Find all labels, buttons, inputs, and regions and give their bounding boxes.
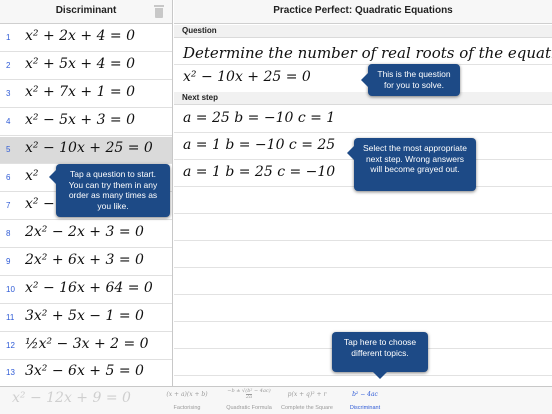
tab-label: Discriminant: [349, 405, 381, 411]
next-step-section-header: Next step: [174, 92, 552, 105]
tab-label: Factorising: [173, 405, 201, 411]
question-row: Determine the number of real roots of th…: [174, 38, 552, 65]
question-equation: 3x² − 6x + 5 = 0: [25, 363, 144, 379]
question-item-13[interactable]: 13 3x² − 6x + 5 = 0: [0, 360, 172, 386]
tab-discriminant[interactable]: b² − 4ac Discriminant: [334, 389, 396, 413]
tab-label: Complete the Square: [281, 405, 333, 411]
question-equation: 3x² + 5x − 1 = 0: [25, 308, 144, 324]
step-option-text: a = 25 b = −10 c = 1: [183, 110, 336, 126]
question-equation: ½x² − 3x + 2 = 0: [25, 336, 149, 352]
question-item-12[interactable]: 12 ½x² − 3x + 2 = 0: [0, 333, 172, 360]
tooltip-text: Select the most appropriate next step. W…: [363, 143, 467, 174]
tooltip-arrow: [373, 372, 387, 379]
question-number: 3: [6, 89, 11, 98]
question-number: 9: [6, 257, 11, 266]
topic-tab-bar: x² − 12x + 9 = 0 (x + a)(x + b) Factoris…: [0, 386, 552, 414]
question-label: Question: [182, 26, 217, 35]
empty-row: [174, 295, 552, 322]
empty-row: [174, 214, 552, 241]
tab-factorising[interactable]: (x + a)(x + b) Factorising: [156, 389, 218, 413]
question-equation: x² − 16x + 64 = 0: [25, 280, 153, 296]
question-number: 12: [6, 341, 15, 350]
question-equation: x² − 5x + 3 = 0: [25, 112, 136, 128]
complete-square-icon: p(x + q)² + r: [287, 390, 327, 398]
discriminant-icon: b² − 4ac: [352, 390, 378, 398]
question-number: 2: [6, 61, 11, 70]
tooltip-text: This is the question for you to solve.: [377, 69, 451, 90]
quadratic-formula-icon: −b ± √(b² − 4ac) 2a: [218, 389, 280, 400]
tooltip-arrow: [49, 170, 56, 184]
question-item-8[interactable]: 8 2x² − 2x + 3 = 0: [0, 221, 172, 248]
question-item-9[interactable]: 9 2x² + 6x + 3 = 0: [0, 249, 172, 276]
question-equation: x² + 5x + 4 = 0: [25, 56, 136, 72]
question-number: 1: [6, 33, 11, 42]
question-equation-main: x² − 10x + 25 = 0: [183, 69, 311, 85]
empty-row: [174, 187, 552, 214]
question-equation: x² + 2x + 4 = 0: [25, 28, 136, 44]
question-number: 4: [6, 117, 11, 126]
page-title: Practice Perfect: Quadratic Equations: [273, 5, 453, 16]
question-number: 5: [6, 145, 11, 154]
question-equation: x² − 10x + 25 = 0: [25, 140, 153, 156]
question-equation: 2x² + 6x + 3 = 0: [25, 252, 144, 268]
factorising-icon: (x + a)(x + b): [166, 390, 208, 398]
tooltip-text: Tap a question to start. You can try the…: [68, 169, 158, 211]
main-header: Practice Perfect: Quadratic Equations: [174, 0, 552, 24]
question-item-3[interactable]: 3 x² + 7x + 1 = 0: [0, 81, 172, 108]
empty-row: [174, 241, 552, 268]
step-option-text: a = 1 b = −10 c = 25: [183, 137, 336, 153]
formula-denominator: 2a: [245, 394, 253, 400]
question-section-header: Question: [174, 25, 552, 38]
question-equation: x²: [25, 168, 39, 184]
tooltip-text: Tap here to choose different topics.: [343, 337, 417, 358]
next-step-option-1[interactable]: a = 25 b = −10 c = 1: [174, 106, 552, 133]
question-text: Determine the number of real roots of th…: [183, 44, 552, 62]
sidebar-title: Discriminant: [55, 5, 117, 16]
question-equation: x² + 7x + 1 = 0: [25, 84, 136, 100]
tooltip-arrow: [347, 146, 354, 160]
tooltip-arrow: [361, 73, 368, 87]
question-number: 7: [6, 201, 11, 210]
sidebar-header: Discriminant: [0, 0, 172, 24]
question-item-2[interactable]: 2 x² + 5x + 4 = 0: [0, 53, 172, 80]
question-number: 8: [6, 229, 11, 238]
question-tooltip[interactable]: This is the question for you to solve.: [361, 64, 460, 96]
start-tooltip[interactable]: Tap a question to start. You can try the…: [49, 164, 170, 217]
trash-icon[interactable]: [154, 5, 164, 18]
empty-row: [174, 268, 552, 295]
topics-tooltip[interactable]: Tap here to choose different topics.: [332, 332, 428, 379]
tab-label: Quadratic Formula: [226, 405, 272, 411]
next-step-tooltip[interactable]: Select the most appropriate next step. W…: [347, 138, 476, 191]
question-item-11[interactable]: 11 3x² + 5x − 1 = 0: [0, 305, 172, 332]
next-step-label: Next step: [182, 93, 219, 102]
question-item-14-partial: x² − 12x + 9 = 0: [12, 390, 131, 406]
question-number: 6: [6, 173, 11, 182]
question-number: 13: [6, 368, 15, 377]
step-option-text: a = 1 b = 25 c = −10: [183, 164, 336, 180]
question-equation: 2x² − 2x + 3 = 0: [25, 224, 144, 240]
question-item-10[interactable]: 10 x² − 16x + 64 = 0: [0, 277, 172, 304]
tab-complete-the-square[interactable]: p(x + q)² + r Complete the Square: [276, 389, 338, 413]
question-number: 11: [6, 313, 15, 322]
question-equation: x² −: [25, 196, 55, 212]
question-item-5[interactable]: 5 x² − 10x + 25 = 0: [0, 137, 172, 164]
tab-quadratic-formula[interactable]: −b ± √(b² − 4ac) 2a Quadratic Formula: [218, 389, 280, 413]
question-item-4[interactable]: 4 x² − 5x + 3 = 0: [0, 109, 172, 136]
question-number: 10: [6, 285, 15, 294]
main-panel: Practice Perfect: Quadratic Equations Qu…: [174, 0, 552, 386]
question-item-1[interactable]: 1 x² + 2x + 4 = 0: [0, 25, 172, 52]
